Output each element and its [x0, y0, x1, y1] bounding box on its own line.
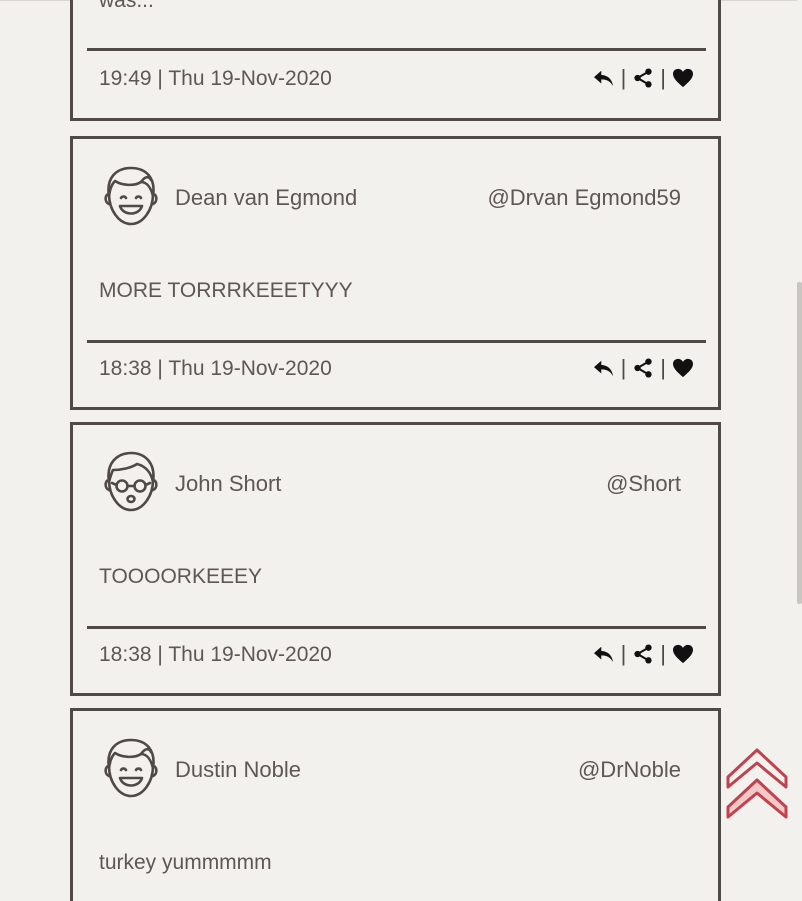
post-card: John Short @Short TOOOORKEEEY 18:38 | Th… — [70, 422, 721, 696]
post-date: Thu 19-Nov-2020 — [168, 67, 332, 90]
user-name[interactable]: Dustin Noble — [175, 757, 301, 783]
post-card: Dustin Noble @DrNoble turkey yummmmm — [70, 708, 721, 901]
user-handle[interactable]: @DrNoble — [578, 757, 681, 783]
post-actions: | | — [593, 641, 694, 667]
post-message: MORE TORRRKEEETYYY — [99, 279, 353, 302]
action-separator: | — [620, 355, 627, 380]
post-message: turkey yummmmm — [99, 851, 272, 874]
post-timestamp: 19:49 | Thu 19-Nov-2020 — [99, 67, 332, 91]
smiling-face-icon — [104, 166, 158, 226]
post-time: 18:38 — [99, 643, 152, 666]
time-separator: | — [157, 357, 163, 380]
smiling-face-icon — [104, 738, 158, 798]
time-separator: | — [157, 67, 163, 90]
reply-icon[interactable] — [593, 358, 615, 378]
post-time: 19:49 — [99, 67, 152, 90]
glasses-face-icon — [104, 451, 158, 512]
user-name[interactable]: Dean van Egmond — [175, 185, 357, 211]
action-separator: | — [620, 641, 627, 666]
action-separator: | — [660, 65, 666, 90]
time-separator: | — [157, 643, 163, 666]
heart-icon[interactable] — [672, 644, 694, 664]
user-name[interactable]: John Short — [175, 471, 281, 497]
feed-page: was... 19:49 | Thu 19-Nov-2020 | | Dean … — [0, 0, 802, 901]
post-time: 18:38 — [99, 357, 152, 380]
scrollbar-thumb[interactable] — [797, 282, 802, 604]
post-message: TOOOORKEEEY — [99, 565, 262, 588]
action-separator: | — [660, 355, 666, 380]
share-icon[interactable] — [632, 68, 654, 88]
post-actions: | | — [593, 355, 694, 381]
post-divider — [87, 48, 706, 51]
user-handle[interactable]: @Short — [606, 471, 681, 497]
reply-icon[interactable] — [593, 68, 615, 88]
post-date: Thu 19-Nov-2020 — [168, 643, 332, 666]
post-timestamp: 18:38 | Thu 19-Nov-2020 — [99, 643, 332, 667]
heart-icon[interactable] — [672, 68, 694, 88]
share-icon[interactable] — [632, 644, 654, 664]
post-timestamp: 18:38 | Thu 19-Nov-2020 — [99, 357, 332, 381]
reply-icon[interactable] — [593, 644, 615, 664]
post-date: Thu 19-Nov-2020 — [168, 357, 332, 380]
action-separator: | — [660, 641, 666, 666]
share-icon[interactable] — [632, 358, 654, 378]
post-card: was... 19:49 | Thu 19-Nov-2020 | | — [70, 0, 721, 121]
post-divider — [87, 626, 706, 629]
post-message: was... — [99, 0, 154, 12]
post-divider — [87, 340, 706, 343]
action-separator: | — [620, 65, 627, 90]
post-actions: | | — [593, 65, 694, 91]
user-handle[interactable]: @Drvan Egmond59 — [487, 185, 681, 211]
heart-icon[interactable] — [672, 358, 694, 378]
double-chevron-up-icon[interactable] — [726, 747, 788, 819]
post-card: Dean van Egmond @Drvan Egmond59 MORE TOR… — [70, 136, 721, 410]
